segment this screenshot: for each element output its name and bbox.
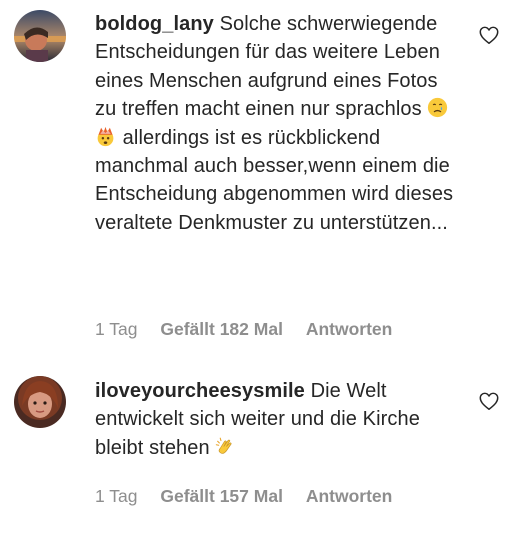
avatar-image <box>14 376 66 428</box>
reply-button[interactable]: Antworten <box>306 319 393 339</box>
comment-likes[interactable]: Gefällt 182 Mal <box>160 319 283 339</box>
like-heart-icon[interactable] <box>478 24 500 46</box>
comment-text: boldog_lany Solche schwerwiegende Entsch… <box>95 10 455 237</box>
crying-face-emoji <box>427 97 448 118</box>
avatar[interactable] <box>14 10 66 62</box>
like-heart-icon[interactable] <box>478 390 500 412</box>
exploding-head-emoji <box>95 126 116 147</box>
avatar[interactable] <box>14 376 66 428</box>
comment-meta: 1 Tag Gefällt 157 Mal Antworten <box>95 486 410 507</box>
comment-likes[interactable]: Gefällt 157 Mal <box>160 486 283 506</box>
comment-body-continued: allerdings ist es rückblickend manchmal … <box>95 126 454 234</box>
comment-username[interactable]: iloveyourcheesysmile <box>95 380 305 402</box>
comment-text: iloveyourcheesysmile Die Welt entwickelt… <box>95 377 455 462</box>
reply-button[interactable]: Antworten <box>306 486 393 506</box>
comment-meta: 1 Tag Gefällt 182 Mal Antworten <box>95 319 410 340</box>
clapping-hands-emoji <box>215 436 236 457</box>
comment-username[interactable]: boldog_lany <box>95 13 214 35</box>
comment-time[interactable]: 1 Tag <box>95 486 138 506</box>
comment-time[interactable]: 1 Tag <box>95 319 138 339</box>
avatar-image <box>14 10 66 62</box>
